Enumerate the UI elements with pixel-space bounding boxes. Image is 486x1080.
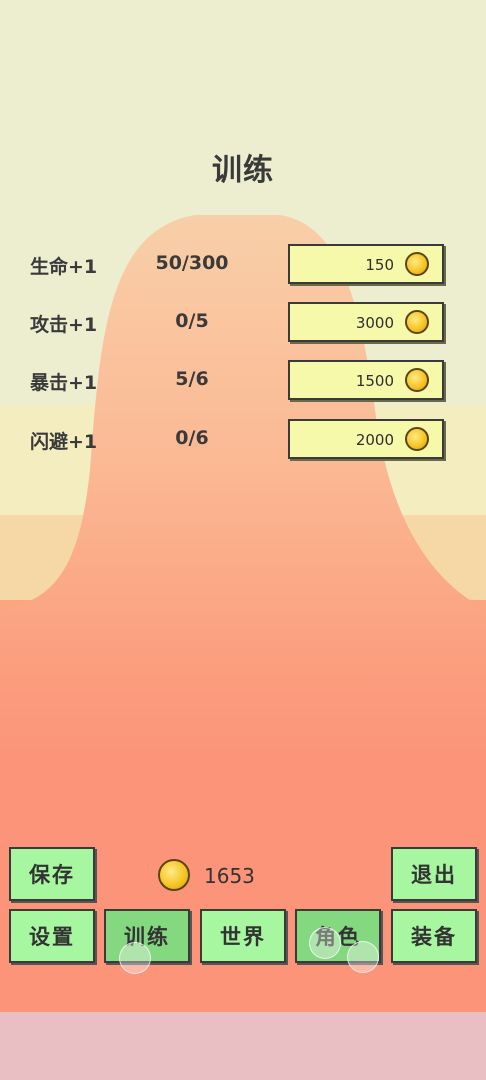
gold-coin-icon [405, 368, 429, 392]
footer-strip [0, 1012, 486, 1080]
buy-attack-button[interactable]: 3000 [288, 302, 444, 342]
buy-hp-button[interactable]: 150 [288, 244, 444, 284]
touch-indicator [119, 942, 151, 974]
stat-row-attack: 攻击+1 0/5 3000 [0, 302, 486, 344]
gold-coin-icon [158, 859, 190, 891]
page-title: 训练 [212, 153, 274, 188]
cost-label: 2000 [355, 431, 394, 449]
cost-label: 150 [365, 256, 394, 274]
stat-row-crit: 暴击+1 5/6 1500 [0, 360, 486, 402]
world-button[interactable]: 世界 [200, 909, 286, 963]
touch-indicator [347, 941, 379, 973]
stat-label: 闪避+1 [30, 431, 98, 453]
coin-total: 1653 [204, 864, 255, 888]
equip-button[interactable]: 装备 [391, 909, 477, 963]
stat-label: 攻击+1 [30, 314, 98, 336]
touch-indicator [309, 927, 341, 959]
gold-coin-icon [405, 427, 429, 451]
gold-coin-icon [405, 252, 429, 276]
stat-row-dodge: 闪避+1 0/6 2000 [0, 419, 486, 461]
buy-crit-button[interactable]: 1500 [288, 360, 444, 400]
save-button[interactable]: 保存 [9, 847, 95, 901]
stat-value: 0/5 [175, 310, 209, 332]
exit-button[interactable]: 退出 [391, 847, 477, 901]
stat-value: 50/300 [155, 252, 229, 274]
buy-dodge-button[interactable]: 2000 [288, 419, 444, 459]
stat-value: 5/6 [175, 368, 209, 390]
stat-label: 暴击+1 [30, 372, 98, 394]
stat-row-hp: 生命+1 50/300 150 [0, 244, 486, 286]
stat-value: 0/6 [175, 427, 209, 449]
cost-label: 1500 [355, 372, 394, 390]
stat-label: 生命+1 [30, 256, 98, 278]
settings-button[interactable]: 设置 [9, 909, 95, 963]
gold-coin-icon [405, 310, 429, 334]
cost-label: 3000 [355, 314, 394, 332]
